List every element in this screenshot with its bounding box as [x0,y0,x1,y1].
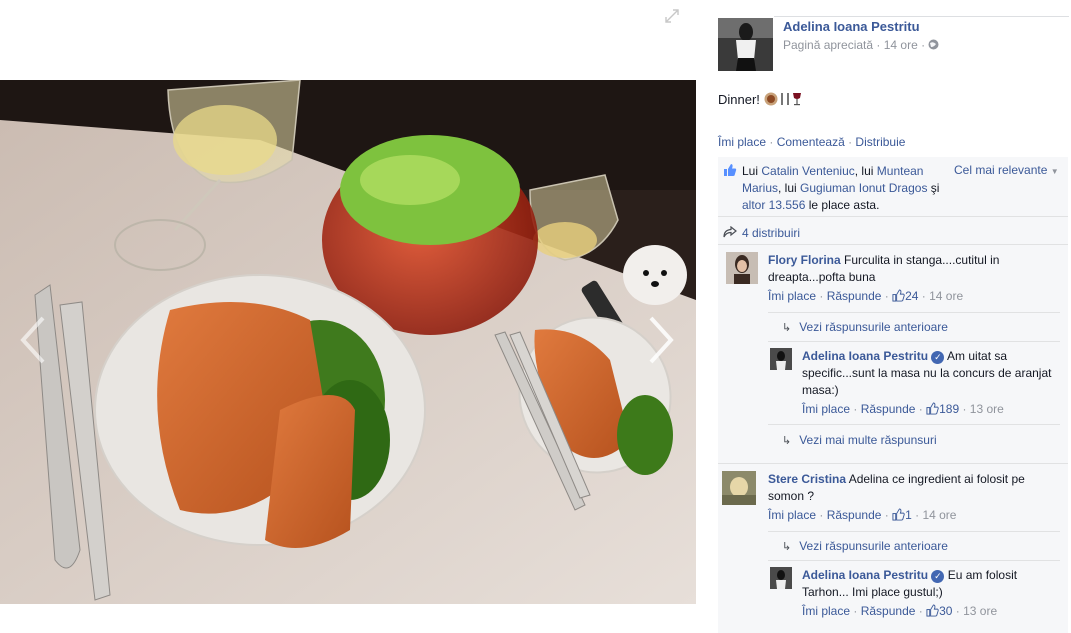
chevron-down-icon: ▼ [1050,167,1059,176]
view-more-replies-label: Vezi mai multe răspunsuri [799,433,937,447]
divider [768,312,1060,313]
liker-link[interactable]: Catalin Venteniuc [761,164,854,178]
post-sidebar: Adelina Ioana Pestritu Pagină apreciată … [718,0,1069,633]
commenter-avatar[interactable] [722,471,756,505]
reply-author-link[interactable]: Adelina Ioana Pestritu [802,568,928,582]
comment-author-link[interactable]: Flory Florina [768,253,841,267]
page-name-link[interactable]: Adelina Ioana Pestritu [783,19,920,34]
divider [768,341,1060,342]
likes-prefix: Lui [742,164,762,178]
reply-avatar[interactable] [770,567,792,589]
post-text: Dinner! [718,92,802,107]
comment-author-link[interactable]: Stere Cristina [768,472,846,486]
reply-avatar[interactable] [770,348,792,370]
like-button[interactable]: Îmi place [718,135,766,149]
comment-button[interactable]: Comentează [777,135,845,149]
reply-like-button[interactable]: Îmi place [802,402,850,416]
comment: Stere Cristina Adelina ce ingredient ai … [722,471,1062,522]
verified-badge-icon: ✓ [931,351,945,364]
reply-reply-button[interactable]: Răspunde [861,402,916,416]
reply-likes-count[interactable]: 189 [926,402,959,416]
divider [774,16,1069,17]
like-thumb-icon [926,402,939,420]
likes-suffix: le place asta. [805,198,880,212]
dot-separator: · [844,135,856,149]
likes-separator: , lui [854,164,877,178]
reply-time[interactable]: 13 ore [963,604,997,618]
post-meta-text: Pagină apreciată · 14 ore · [783,38,929,52]
other-likers-link[interactable]: altor 13.556 [742,198,805,212]
comment-like-button[interactable]: Îmi place [768,508,816,522]
globe-icon [928,38,939,52]
reply-like-button[interactable]: Îmi place [802,604,850,618]
likes-summary: Lui Catalin Venteniuc, lui Muntean Mariu… [718,157,1068,217]
like-thumb-icon [892,289,905,307]
reply-arrow-icon: ↳ [782,435,792,447]
reply-time[interactable]: 13 ore [970,402,1004,416]
view-previous-replies-label: Vezi răspunsurile anterioare [799,320,948,334]
reply-author-link[interactable]: Adelina Ioana Pestritu [802,349,928,363]
dot-separator: · [766,135,777,149]
comments-panel: Lui Catalin Venteniuc, lui Muntean Mariu… [718,157,1068,633]
comment-time[interactable]: 14 ore [922,508,956,522]
view-previous-replies-label: Vezi răspunsurile anterioare [799,539,948,553]
post-text-content: Dinner! [718,92,764,107]
sort-label: Cel mai relevante [954,163,1048,177]
view-more-replies-link[interactable]: ↳ Vezi mai multe răspunsuri [782,433,937,447]
commenter-avatar[interactable] [726,252,758,284]
comment-reply-button[interactable]: Răspunde [827,508,882,522]
comment: Flory Florina Furculita in stanga....cut… [726,252,1061,303]
verified-badge-icon: ✓ [931,570,945,583]
reply-likes-value: 189 [939,402,960,416]
likes-text: Lui Catalin Venteniuc, lui Muntean Mariu… [742,163,942,214]
plate-emoji-icon [764,92,778,107]
divider [718,463,1068,464]
likes-separator: , lui [778,181,801,195]
wine-glass-emoji-icon [792,92,802,107]
comment-like-button[interactable]: Îmi place [768,289,816,303]
divider [768,424,1060,425]
liker-link[interactable]: Gugiuman Ionut Dragos [800,181,927,195]
photo-viewer [0,0,696,633]
reply-reply-button[interactable]: Răspunde [861,604,916,618]
likes-conjunction: şi [927,181,940,195]
reply: Adelina Ioana Pestritu ✓ Am uitat sa spe… [770,348,1060,418]
share-button[interactable]: Distribuie [855,135,905,149]
post-photo [0,80,696,604]
share-icon [723,225,737,241]
post-actions: Îmi place · Comentează · Distribuie [718,135,905,149]
next-photo-arrow-icon[interactable] [646,315,676,365]
reply: Adelina Ioana Pestritu ✓ Eu am folosit T… [770,567,1060,627]
like-thumb-icon [892,508,905,526]
view-previous-replies-link[interactable]: ↳ Vezi răspunsurile anterioare [782,539,948,553]
expand-icon[interactable] [664,8,680,24]
view-previous-replies-link[interactable]: ↳ Vezi răspunsurile anterioare [782,320,948,334]
comment-likes-value: 1 [905,508,912,522]
fork-knife-emoji-icon [778,92,792,107]
reply-arrow-icon: ↳ [782,541,792,553]
like-thumb-icon [926,604,939,622]
page-avatar[interactable] [718,18,773,71]
comment-time[interactable]: 14 ore [929,289,963,303]
comment-likes-count[interactable]: 1 [892,508,912,522]
comment-reply-button[interactable]: Răspunde [827,289,882,303]
divider [768,531,1060,532]
reply-likes-value: 30 [939,604,953,618]
previous-photo-arrow-icon[interactable] [18,315,48,365]
post-meta: Pagină apreciată · 14 ore · [783,38,939,52]
comment-likes-count[interactable]: 24 [892,289,918,303]
reply-likes-count[interactable]: 30 [926,604,952,618]
divider [768,560,1060,561]
reply-arrow-icon: ↳ [782,322,792,334]
comment-sort-dropdown[interactable]: Cel mai relevante ▼ [954,163,1059,177]
shares-summary: 4 distribuiri [718,219,1068,245]
like-thumb-icon [723,163,737,180]
shares-count-link[interactable]: 4 distribuiri [742,226,800,240]
comment-likes-value: 24 [905,289,919,303]
